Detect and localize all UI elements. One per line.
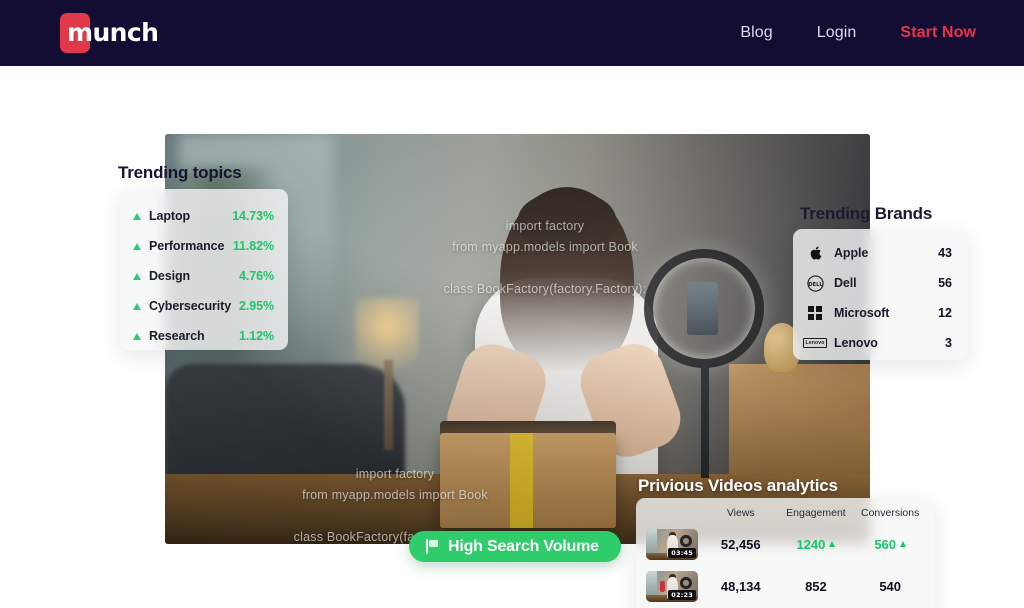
trending-brand-row[interactable]: Lenovo Lenovo 3 <box>793 328 968 358</box>
nav-link-login[interactable]: Login <box>817 24 857 42</box>
primary-nav: Blog Login Start Now <box>740 0 976 66</box>
triangle-up-icon <box>133 242 141 250</box>
trending-topics-card: Laptop 14.73% Performance 11.82% Design … <box>120 189 288 350</box>
video-conversions: 560 <box>856 537 924 552</box>
video-views: 48,134 <box>720 578 761 594</box>
trending-topic-row[interactable]: Design 4.76% <box>120 261 288 291</box>
videos-analytics-title: Privious Videos analytics <box>638 476 838 495</box>
video-conversions: 540 <box>879 578 902 594</box>
video-duration: 03:45 <box>668 547 696 558</box>
hero-stage: import factory from myapp.models import … <box>0 66 1024 608</box>
video-thumbnail[interactable]: 03:45 <box>646 528 698 560</box>
videos-analytics-row[interactable]: 03:45 52,456 1240 560 <box>636 523 934 565</box>
trending-topic-value: 11.82% <box>232 239 274 253</box>
video-engagement: 852 <box>805 578 827 594</box>
video-thumbnail[interactable]: 02:23 <box>646 570 698 602</box>
trending-topic-value: 2.95% <box>239 299 274 313</box>
video-engagement: 1240 <box>776 537 857 552</box>
triangle-up-icon <box>133 332 141 340</box>
microsoft-logo-icon <box>806 304 824 322</box>
trending-topics-title: Trending topics <box>118 163 242 182</box>
dell-logo-icon: DELL <box>806 274 824 292</box>
trending-brand-count: 3 <box>945 336 952 350</box>
trending-brand-name: Microsoft <box>834 306 890 320</box>
triangle-up-icon <box>829 541 836 547</box>
trending-brand-name: Dell <box>834 276 857 290</box>
column-header-views: Views <box>726 506 755 519</box>
trending-topic-value: 4.76% <box>239 269 274 283</box>
trending-topic-row[interactable]: Research 1.12% <box>120 321 288 351</box>
trending-topic-label: Design <box>149 269 191 283</box>
triangle-up-icon <box>133 212 141 220</box>
nav-link-blog[interactable]: Blog <box>740 24 772 42</box>
trending-topic-row[interactable]: Laptop 14.73% <box>120 201 288 231</box>
column-header-engagement: Engagement <box>786 506 846 519</box>
svg-text:DELL: DELL <box>808 281 823 287</box>
logo[interactable]: munch <box>60 13 159 53</box>
trending-brand-count: 12 <box>938 306 952 320</box>
triangle-up-icon <box>133 302 141 310</box>
trending-brands-title: Trending Brands <box>800 204 933 223</box>
lenovo-logo-icon: Lenovo <box>803 334 827 352</box>
nav-link-start-now[interactable]: Start Now <box>900 24 976 42</box>
trending-brand-name: Apple <box>834 246 869 260</box>
trending-brands-card: Apple 43 DELL Dell 56 Microsoft 12 Lenov… <box>793 229 968 360</box>
videos-analytics-row[interactable]: 02:23 48,134 852 540 <box>636 565 934 607</box>
trending-topic-label: Laptop <box>149 209 191 223</box>
trending-brand-row[interactable]: DELL Dell 56 <box>793 268 968 298</box>
column-header-conversions: Conversions <box>860 506 920 519</box>
trending-brand-row[interactable]: Apple 43 <box>793 238 968 268</box>
trending-topic-label: Research <box>149 329 205 343</box>
trending-topic-row[interactable]: Cybersecurity 2.95% <box>120 291 288 321</box>
triangle-up-icon <box>900 541 907 547</box>
apple-logo-icon <box>806 244 824 262</box>
trending-topic-label: Performance <box>149 239 225 253</box>
trending-topic-value: 1.12% <box>239 329 274 343</box>
video-duration: 02:23 <box>668 589 696 600</box>
high-search-volume-label: High Search Volume <box>448 537 599 555</box>
videos-analytics-card: Views Engagement Conversions 03:45 52,45… <box>636 498 934 608</box>
logo-text: munch <box>67 18 159 47</box>
trending-topic-label: Cybersecurity <box>149 299 232 313</box>
high-search-volume-badge[interactable]: High Search Volume <box>409 531 621 562</box>
videos-analytics-header-row: Views Engagement Conversions <box>636 498 934 523</box>
site-header: munch Blog Login Start Now <box>0 0 1024 66</box>
triangle-up-icon <box>133 272 141 280</box>
trending-topic-row[interactable]: Performance 11.82% <box>120 231 288 261</box>
flag-icon <box>426 539 439 554</box>
video-views: 52,456 <box>720 536 761 552</box>
trending-brand-count: 56 <box>938 276 952 290</box>
trending-topic-value: 14.73% <box>232 209 274 223</box>
trending-brand-name: Lenovo <box>834 336 878 350</box>
trending-brand-row[interactable]: Microsoft 12 <box>793 298 968 328</box>
trending-brand-count: 43 <box>938 246 952 260</box>
